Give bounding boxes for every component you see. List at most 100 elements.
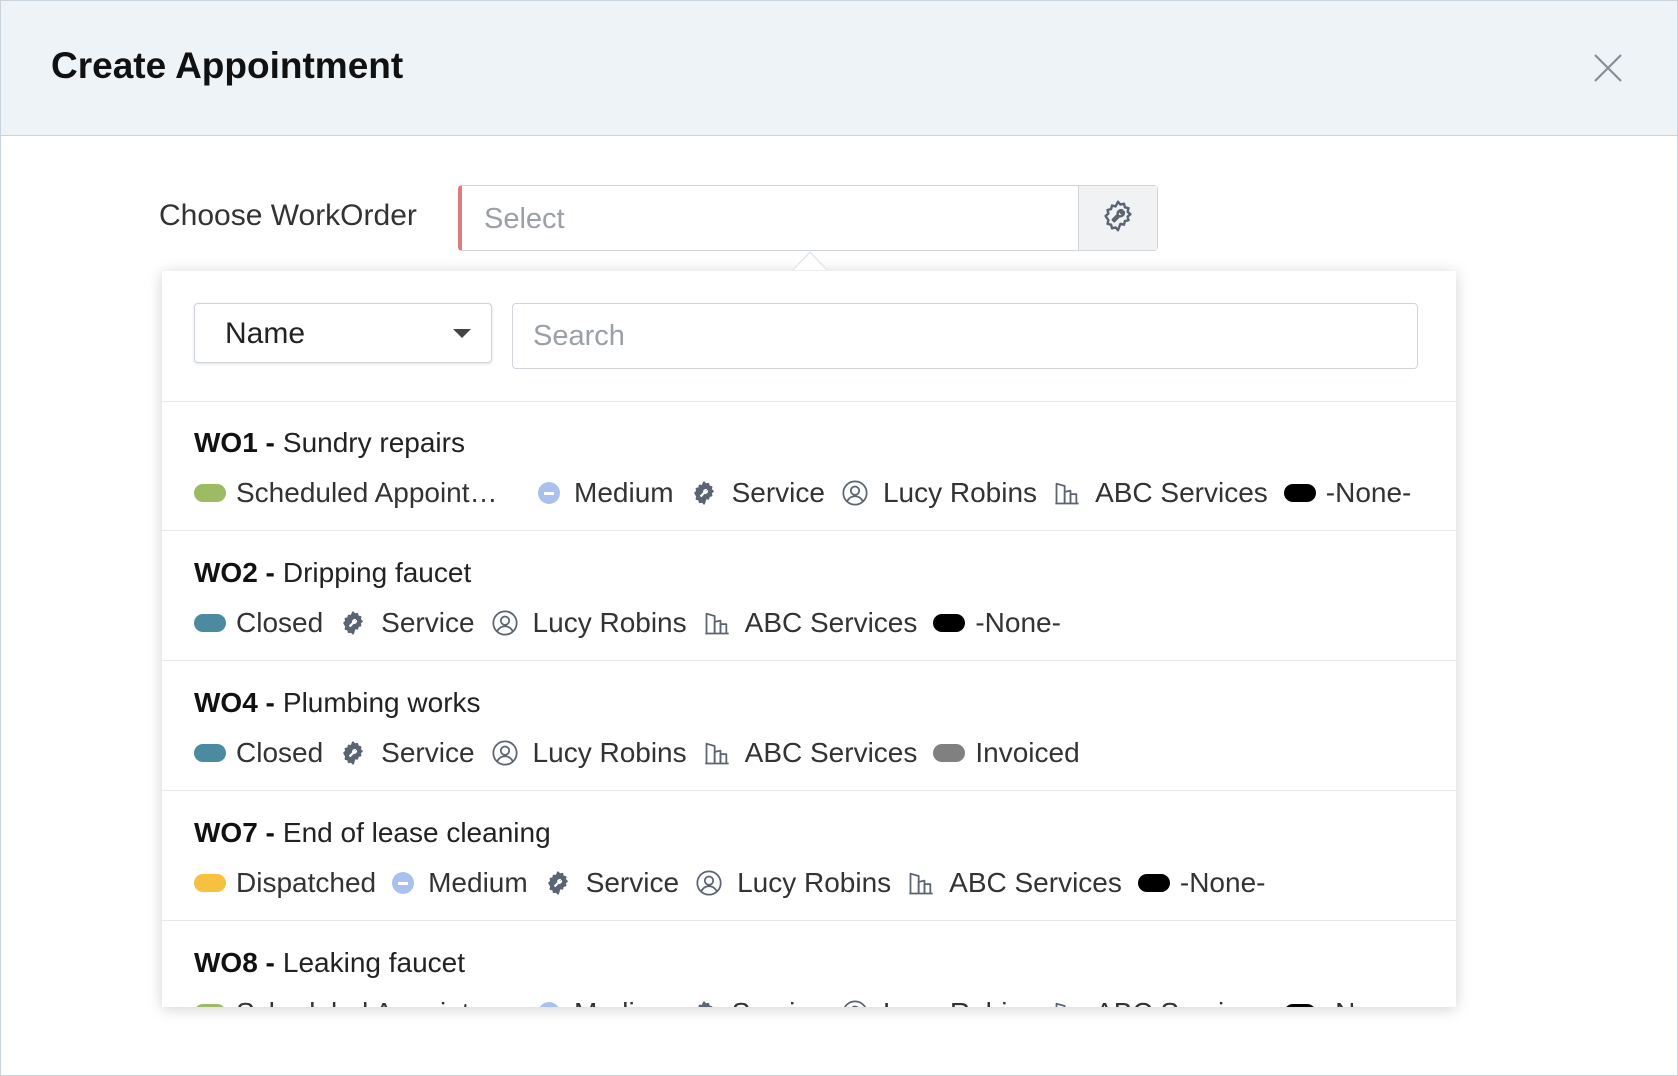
- filter-field-label: Name: [225, 317, 306, 350]
- close-icon[interactable]: [1591, 51, 1625, 85]
- workorder-name: Dripping faucet: [282, 557, 472, 588]
- type-label: Service: [732, 997, 825, 1007]
- create-appointment-dialog: Create Appointment Choose WorkOrder Sele…: [0, 0, 1678, 1076]
- status-label: Scheduled Appointm…: [236, 477, 510, 508]
- company-label: ABC Services: [1095, 477, 1268, 508]
- workorder-lookup-button[interactable]: [1078, 186, 1157, 250]
- workorder-name: Plumbing works: [282, 687, 481, 718]
- contact-tag: Lucy Robins: [491, 737, 687, 769]
- status-tag: Closed: [194, 607, 323, 639]
- service-gear-icon: [690, 479, 718, 507]
- workorder-title-line: WO2 - Dripping faucet: [194, 557, 471, 589]
- contact-label: Lucy Robins: [532, 607, 687, 638]
- status-pill-icon: [194, 744, 226, 762]
- workorder-select[interactable]: Select: [458, 185, 1158, 251]
- workorder-details: Scheduled Appointm… Medium Service Lucy …: [194, 993, 1427, 1007]
- workorder-name: Sundry repairs: [282, 427, 465, 458]
- company-tag: ABC Services: [1053, 477, 1268, 509]
- type-label: Service: [585, 867, 680, 898]
- type-label: Service: [731, 477, 825, 508]
- contact-label: Lucy Robins: [532, 737, 687, 768]
- status-label: Closed: [236, 737, 324, 768]
- contact-label: Lucy Robins: [882, 477, 1038, 508]
- wrench-gear-icon: [1100, 198, 1136, 239]
- status-tag: Scheduled Appointm…: [194, 997, 510, 1007]
- status-pill-icon: [194, 614, 226, 632]
- priority-tag: Medium: [538, 997, 674, 1007]
- workorder-name: Leaking faucet: [282, 947, 466, 978]
- type-tag: Service: [690, 997, 825, 1007]
- company-label: ABC Services: [744, 737, 918, 768]
- company-tag: ABC Services: [703, 737, 918, 769]
- status-label: Dispatched: [236, 867, 377, 898]
- priority-label: Medium: [574, 477, 674, 508]
- contact-tag: Lucy Robins: [841, 997, 1037, 1007]
- type-tag: Service: [339, 737, 475, 769]
- contact-label: Lucy Robins: [737, 867, 892, 898]
- status-tag: Closed: [194, 737, 323, 769]
- priority-tag: Medium: [392, 867, 528, 899]
- status-tag: Scheduled Appointm…: [194, 477, 510, 509]
- status-pill-icon: [194, 1004, 226, 1007]
- type-label: Service: [381, 737, 475, 768]
- contact-label: Lucy Robins: [883, 997, 1037, 1007]
- type-tag: Service: [690, 477, 825, 509]
- workorder-details: Closed Service Lucy Robins ABC Services …: [194, 733, 1096, 773]
- user-icon: [841, 479, 869, 507]
- search-input[interactable]: [512, 303, 1418, 369]
- workorder-item[interactable]: WO8 -Leaking faucet Scheduled Appointm… …: [162, 921, 1456, 1007]
- workorder-item[interactable]: WO1 - Sundry repairs Scheduled Appointm… …: [162, 401, 1456, 531]
- priority-medium-icon: [538, 1002, 560, 1007]
- user-icon: [841, 999, 869, 1007]
- billing-label: -None-: [1325, 477, 1412, 508]
- workorder-id: WO7 -: [194, 817, 275, 848]
- service-gear-icon: [690, 999, 718, 1007]
- priority-medium-icon: [538, 482, 560, 504]
- type-tag: Service: [544, 867, 679, 899]
- workorder-title-line: WO7 - End of lease cleaning: [194, 817, 551, 849]
- user-icon: [695, 869, 723, 897]
- company-label: ABC Services: [744, 607, 918, 638]
- workorder-title-line: WO1 - Sundry repairs: [194, 427, 465, 459]
- priority-tag: Medium: [538, 477, 674, 509]
- billing-tag: -None-: [1137, 867, 1265, 899]
- billing-pill-icon: [1137, 874, 1170, 892]
- workorder-item[interactable]: WO7 - End of lease cleaning Dispatched Me…: [162, 791, 1456, 921]
- dialog-title: Create Appointment: [51, 45, 404, 86]
- dropdown-filter-row: Name: [162, 271, 1456, 402]
- user-icon: [491, 609, 519, 637]
- billing-pill-icon: [1283, 484, 1316, 502]
- user-icon: [491, 739, 519, 767]
- billing-tag: -None-: [1283, 997, 1411, 1007]
- choose-workorder-label: Choose WorkOrder: [159, 199, 417, 232]
- service-gear-icon: [339, 609, 367, 637]
- workorder-select-placeholder: Select: [484, 203, 565, 235]
- workorder-id: WO8 -: [194, 947, 275, 978]
- billing-tag: Invoiced: [933, 737, 1080, 769]
- workorder-details: Scheduled Appointm… Medium Service Lucy …: [194, 473, 1427, 513]
- dialog-header: Create Appointment: [1, 1, 1677, 136]
- workorder-dropdown: Name WO1 -Sundry repairs Scheduled Appoi…: [162, 271, 1456, 1007]
- workorder-details: Dispatched Medium Service Lucy Robins AB…: [194, 863, 1281, 903]
- workorder-title-line: WO8 - Leaking faucet: [194, 947, 465, 979]
- billing-pill-icon: [933, 614, 966, 632]
- workorder-item[interactable]: WO4 - Plumbing works Closed Service Lucy …: [162, 661, 1456, 791]
- workorder-details: Closed Service Lucy Robins ABC Services …: [194, 603, 1077, 643]
- billing-tag: -None-: [1283, 477, 1412, 509]
- priority-medium-icon: [392, 872, 415, 894]
- company-tag: ABC Services: [907, 867, 1122, 899]
- billing-label: -None-: [975, 607, 1061, 638]
- workorder-list: WO1 - Sundry repairs Scheduled Appointm… …: [162, 401, 1456, 1007]
- workorder-title-line: WO4 - Plumbing works: [194, 687, 481, 719]
- dropdown-caret: [794, 253, 826, 270]
- billing-label: Invoiced: [975, 737, 1080, 768]
- contact-tag: Lucy Robins: [695, 867, 891, 899]
- workorder-id: WO4 -: [194, 687, 275, 718]
- billing-tag: -None-: [933, 607, 1061, 639]
- service-gear-icon: [339, 739, 367, 767]
- filter-field-select[interactable]: Name: [194, 303, 492, 363]
- company-label: ABC Services: [1095, 997, 1268, 1007]
- workorder-item[interactable]: WO2 - Dripping faucet Closed Service Lucy…: [162, 531, 1456, 661]
- priority-label: Medium: [574, 997, 674, 1007]
- company-tag: ABC Services: [1053, 997, 1268, 1007]
